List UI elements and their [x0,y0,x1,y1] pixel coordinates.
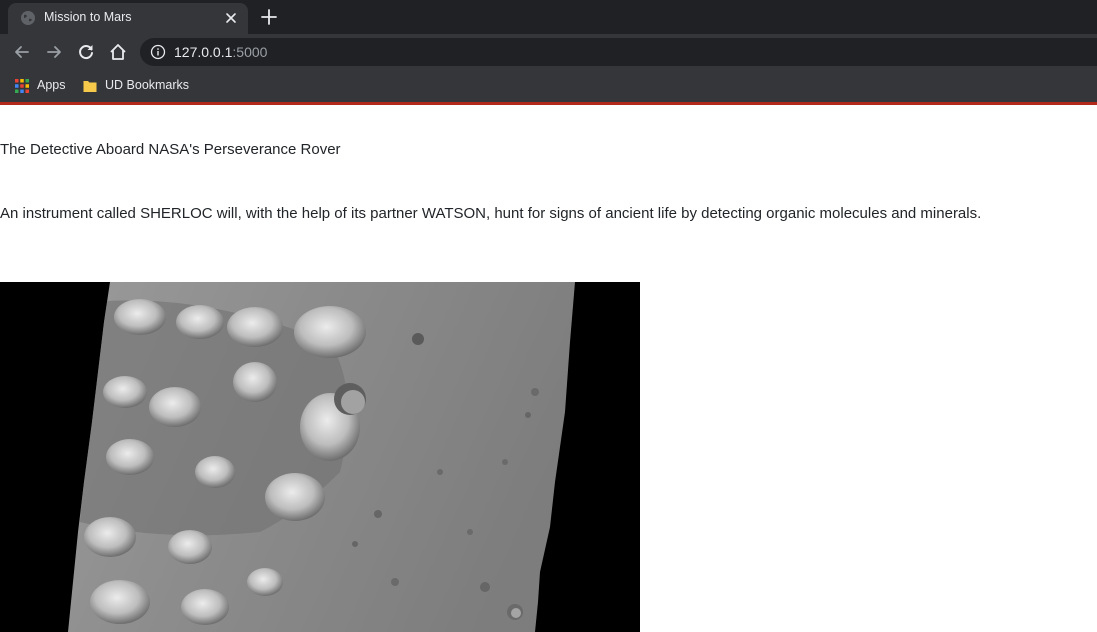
browser-toolbar: 127.0.0.1:5000 [0,34,1097,70]
url-text[interactable]: 127.0.0.1:5000 [174,44,267,60]
apps-grid-icon [15,79,29,93]
tab-strip: Mission to Mars [0,0,1097,34]
forward-arrow-icon[interactable] [44,42,64,62]
globe-icon [21,11,35,25]
folder-icon [83,81,97,92]
back-arrow-icon[interactable] [12,42,32,62]
reload-icon[interactable] [76,42,96,62]
page-content: The Detective Aboard NASA's Perseverance… [0,105,1097,632]
tab-title: Mission to Mars [44,10,132,24]
url-port: :5000 [232,44,268,60]
new-tab-plus-icon[interactable] [259,7,279,27]
bookmark-ud-label: UD Bookmarks [105,78,190,92]
bookmarks-bar: Apps UD Bookmarks [0,70,1097,102]
close-tab-icon[interactable] [222,9,240,27]
bookmark-apps[interactable]: Apps [14,76,74,96]
bookmark-ud-folder[interactable]: UD Bookmarks [82,76,192,96]
info-icon[interactable] [150,44,166,60]
news-title: The Detective Aboard NASA's Perseverance… [0,141,341,158]
address-bar[interactable]: 127.0.0.1:5000 [140,38,1097,66]
mars-surface-image [0,282,640,632]
url-host: 127.0.0.1 [174,44,233,60]
news-paragraph: An instrument called SHERLOC will, with … [0,205,982,222]
bookmark-apps-label: Apps [37,78,66,92]
home-icon[interactable] [108,42,128,62]
browser-tab[interactable]: Mission to Mars [8,3,248,34]
